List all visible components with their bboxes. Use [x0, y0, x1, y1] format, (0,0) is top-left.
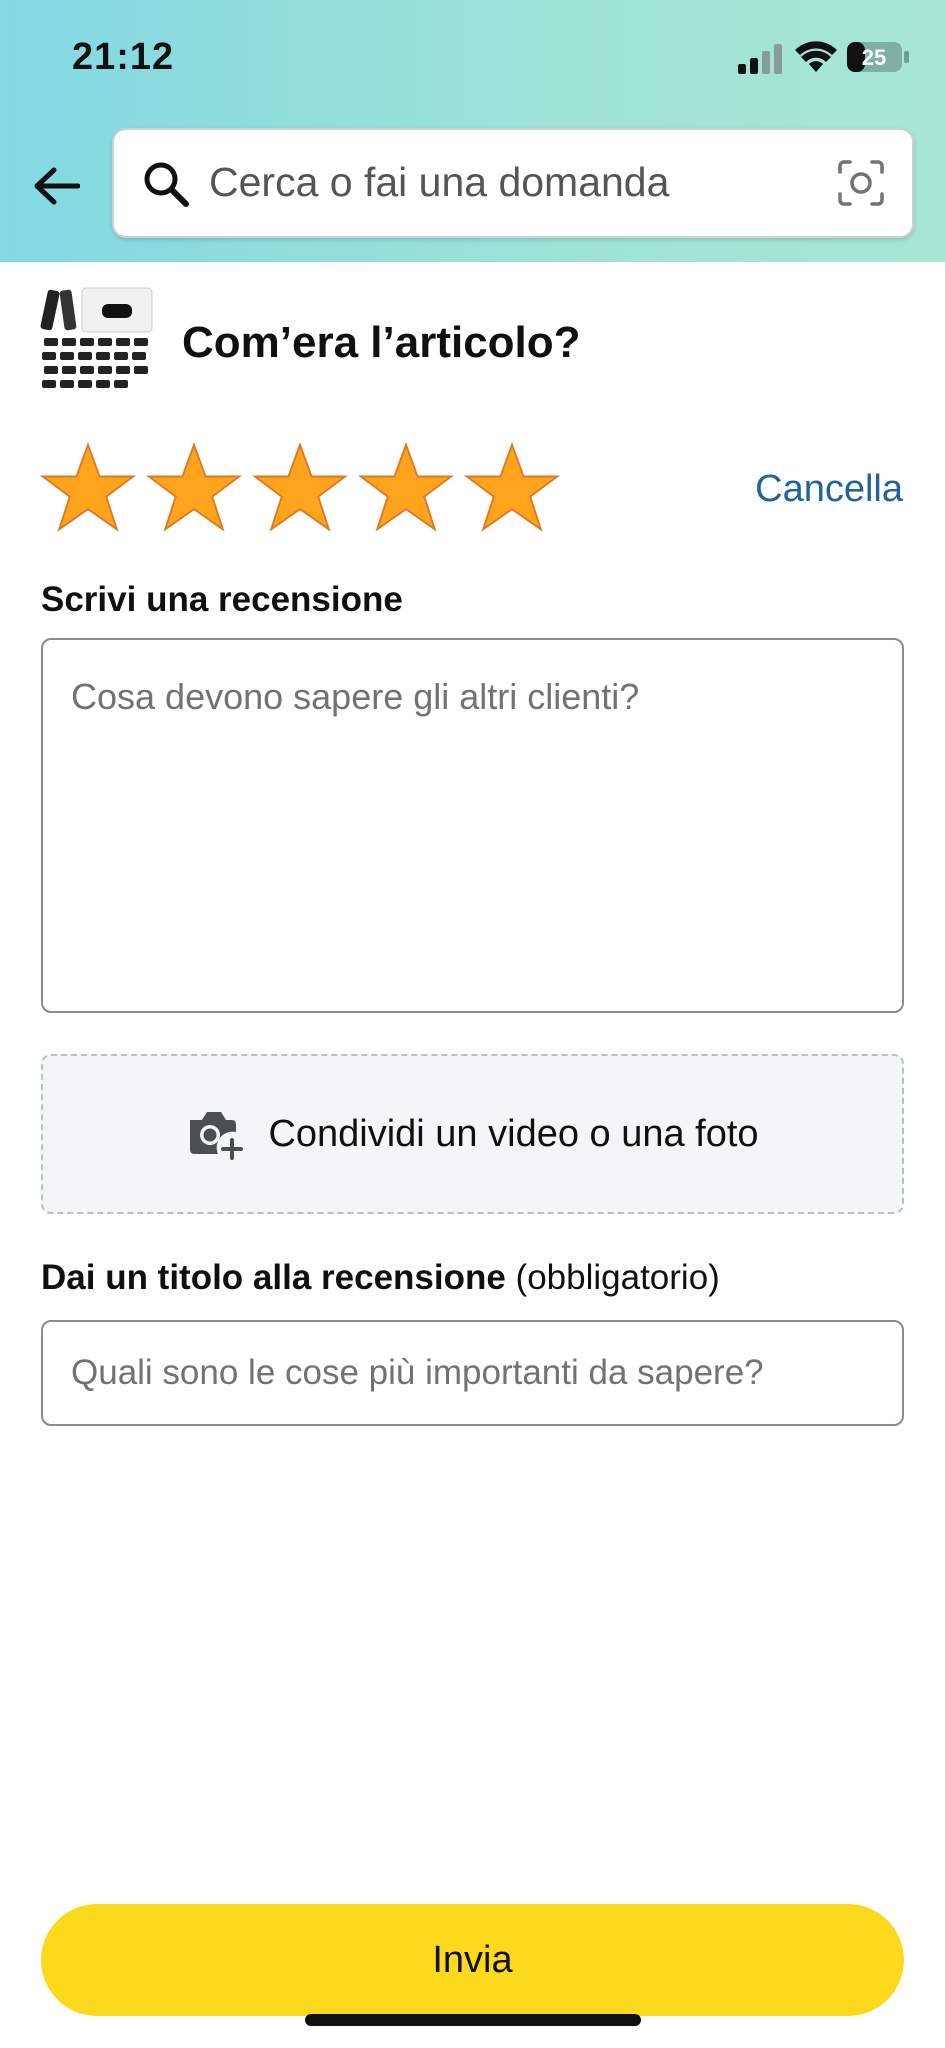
- app-header: 21:12 25 Cerca o fai una domanda: [0, 0, 945, 262]
- back-button[interactable]: [28, 158, 84, 214]
- cancel-rating-link[interactable]: Cancella: [755, 468, 903, 511]
- camera-scan-icon[interactable]: [836, 158, 886, 208]
- review-title-input[interactable]: [41, 1320, 904, 1426]
- review-title-label-main: Dai un titolo alla recensione: [41, 1258, 506, 1297]
- review-title-label: Dai un titolo alla recensione (obbligato…: [41, 1258, 720, 1298]
- add-photo-camera-icon: [190, 1112, 244, 1160]
- review-question-title: Com’era l’articolo?: [182, 318, 581, 367]
- star-icon-1[interactable]: [40, 440, 136, 536]
- battery-icon: 25: [847, 42, 909, 72]
- share-media-button[interactable]: Condividi un video o una foto: [41, 1054, 904, 1214]
- required-note: (obbligatorio): [505, 1258, 720, 1297]
- write-review-label: Scrivi una recensione: [41, 580, 403, 619]
- status-time: 21:12: [72, 36, 175, 78]
- product-thumbnail: [40, 287, 153, 388]
- star-rating[interactable]: [40, 440, 560, 540]
- battery-level: 25: [862, 45, 886, 70]
- star-icon-4[interactable]: [358, 440, 454, 536]
- wifi-icon: [795, 41, 837, 72]
- share-media-label: Condividi un video o una foto: [268, 1112, 759, 1155]
- home-indicator: [305, 2014, 641, 2026]
- arrow-left-icon: [34, 167, 80, 205]
- star-icon-5[interactable]: [464, 440, 560, 536]
- search-icon: [144, 162, 189, 207]
- submit-button[interactable]: Invia: [41, 1904, 904, 2016]
- review-text-field[interactable]: [41, 638, 904, 1013]
- star-icon-3[interactable]: [252, 440, 348, 536]
- cellular-signal-icon: [738, 44, 782, 74]
- search-bar[interactable]: Cerca o fai una domanda: [112, 128, 914, 238]
- star-icon-2[interactable]: [146, 440, 242, 536]
- search-input[interactable]: Cerca o fai una domanda: [209, 159, 669, 206]
